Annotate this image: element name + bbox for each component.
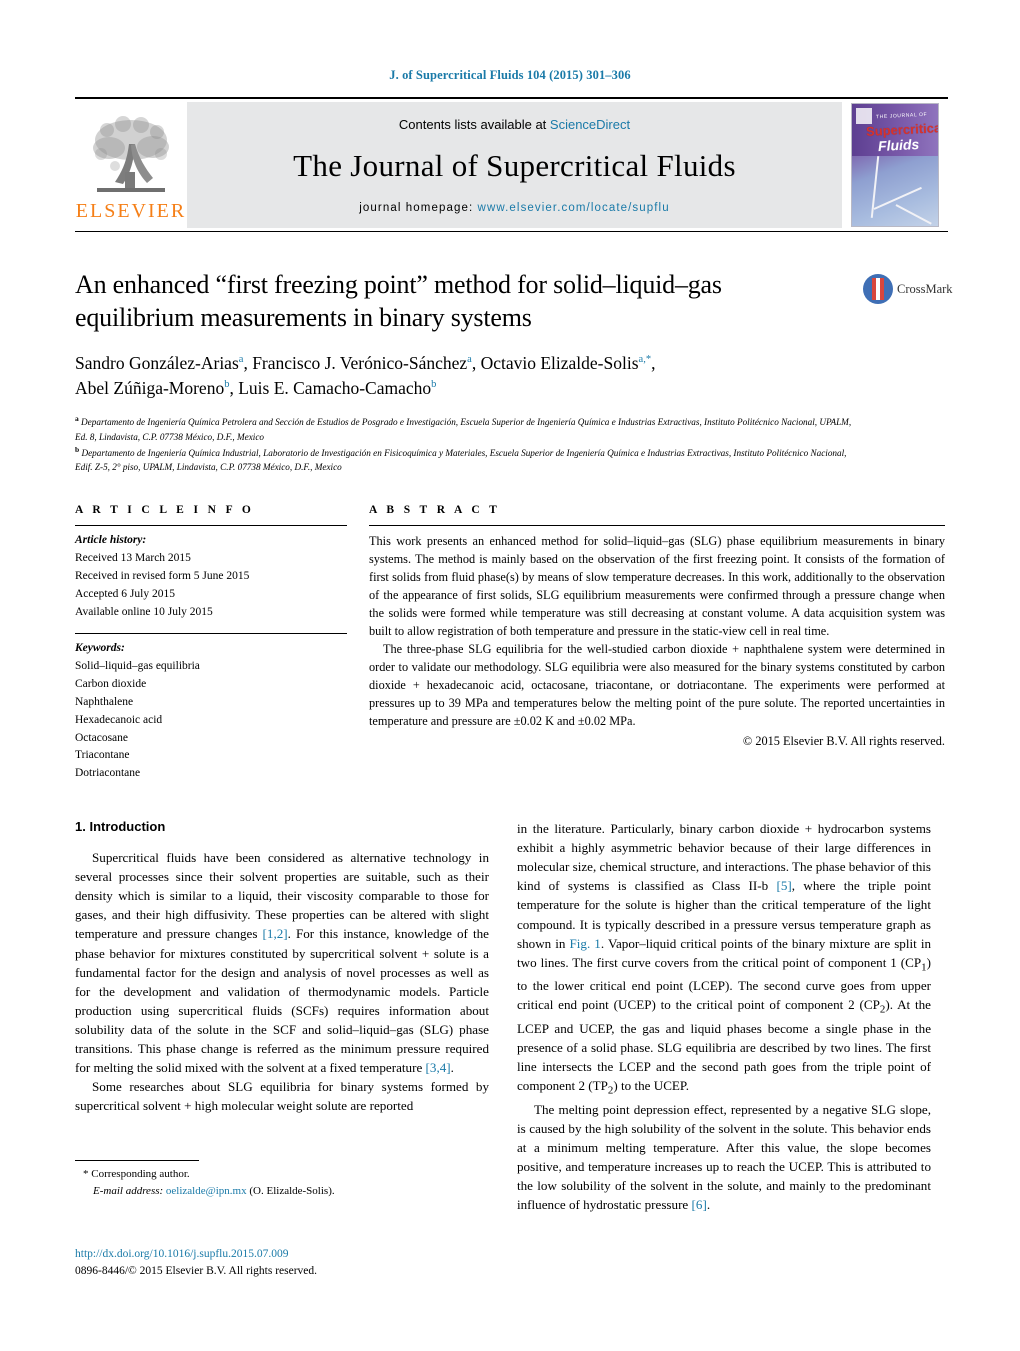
- corresponding-author-line: * Corresponding author.: [83, 1168, 190, 1180]
- article-history-label: Article history:: [75, 534, 147, 547]
- journal-article-page: J. of Supercritical Fluids 104 (2015) 30…: [0, 0, 1020, 1351]
- affiliation-b: b Departamento de Ingeniería Química Ind…: [75, 444, 865, 475]
- affiliations: a Departamento de Ingeniería Química Pet…: [75, 413, 865, 474]
- intro-rp2-text-b: .: [706, 1197, 711, 1213]
- author-list: Sandro González-Ariasa, Francisco J. Ver…: [75, 352, 656, 398]
- abstract-copyright: © 2015 Elsevier B.V. All rights reserved…: [742, 733, 945, 748]
- info-abstract-region: A R T I C L E I N F O Article history: R…: [75, 504, 945, 783]
- intro-paragraph-2: Some researches about SLG equilibria for…: [75, 1079, 489, 1114]
- citation-ref-6[interactable]: [6]: [692, 1197, 707, 1212]
- intro-paragraph-3: The melting point depression effect, rep…: [517, 1100, 931, 1215]
- history-item: Accepted 6 July 2015: [75, 587, 175, 600]
- intro-rp2-text-a: The melting point depression effect, rep…: [517, 1101, 931, 1213]
- cover-curve-3: [895, 204, 932, 225]
- running-head: J. of Supercritical Fluids 104 (2015) 30…: [389, 68, 631, 82]
- intro-paragraph-1-continued: in the literature. Particularly, binary …: [517, 819, 931, 1100]
- author-1: Sandro González-Arias: [75, 352, 239, 373]
- email-owner: (O. Elizalde-Solis).: [249, 1184, 335, 1197]
- author-2: , Francisco J. Verónico-Sánchez: [243, 352, 468, 373]
- keyword-item: Naphthalene: [75, 695, 134, 708]
- abstract-paragraph-2: The three-phase SLG equilibria for the w…: [369, 642, 945, 728]
- author-4: Abel Zúñiga-Moreno: [75, 377, 225, 398]
- email-line: E-mail address: oelizalde@ipn.mx (O. Eli…: [75, 1183, 489, 1200]
- issn-copyright-line: 0896-8446/© 2015 Elsevier B.V. All right…: [75, 1265, 318, 1278]
- cover-elsevier-mark-icon: [856, 108, 872, 124]
- keyword-item: Solid–liquid–gas equilibria: [75, 660, 200, 673]
- body-region: 1. Introduction Supercritical fluids hav…: [75, 819, 945, 1215]
- author-5: , Luis E. Camacho-Camacho: [229, 377, 432, 398]
- crossmark-icon: [863, 274, 893, 304]
- corresponding-author-footnote: * Corresponding author. E-mail address: …: [75, 1160, 489, 1199]
- journal-homepage-line: journal homepage: www.elsevier.com/locat…: [359, 202, 669, 214]
- affiliation-b-marker: b: [75, 444, 80, 454]
- doi-link[interactable]: http://dx.doi.org/10.1016/j.supflu.2015.…: [75, 1246, 575, 1263]
- document-footer: http://dx.doi.org/10.1016/j.supflu.2015.…: [75, 1246, 575, 1281]
- section-heading-introduction: 1. Introduction: [75, 818, 166, 834]
- journal-banner: Contents lists available at ScienceDirec…: [187, 102, 842, 228]
- abstract-body: This work presents an enhanced method fo…: [369, 526, 945, 750]
- body-right-column: in the literature. Particularly, binary …: [517, 819, 931, 1215]
- affiliation-a: a Departamento de Ingeniería Química Pet…: [75, 413, 865, 444]
- figure-ref-fig-1[interactable]: Fig. 1: [570, 936, 601, 951]
- history-item: Received 13 March 2015: [75, 552, 191, 565]
- journal-cover-block: THE JOURNAL OF Supercritical Fluids: [842, 99, 948, 231]
- journal-title: The Journal of Supercritical Fluids: [293, 147, 736, 183]
- email-label: E-mail address:: [93, 1184, 164, 1197]
- keyword-item: Hexadecanoic acid: [75, 713, 163, 726]
- keywords-list: Keywords: Solid–liquid–gas equilibria Ca…: [75, 634, 347, 783]
- abstract-heading: A B S T R A C T: [369, 504, 501, 517]
- abstract-paragraph-1: This work presents an enhanced method fo…: [369, 534, 945, 639]
- homepage-url-link[interactable]: www.elsevier.com/locate/supflu: [478, 202, 670, 214]
- elsevier-tree-icon: [89, 114, 173, 200]
- author-3: , Octavio Elizalde-Solis: [471, 352, 639, 373]
- affiliation-b-text: Departamento de Ingeniería Química Indus…: [75, 447, 847, 473]
- history-item: Received in revised form 5 June 2015: [75, 570, 250, 583]
- keyword-item: Carbon dioxide: [75, 678, 147, 691]
- title-block: CrossMark An enhanced “first freezing po…: [75, 268, 953, 474]
- journal-cover-image: THE JOURNAL OF Supercritical Fluids: [851, 103, 939, 227]
- homepage-label: journal homepage:: [359, 201, 478, 214]
- intro-p1-text-c: .: [450, 1060, 454, 1076]
- contents-line: Contents lists available at ScienceDirec…: [399, 117, 630, 132]
- contents-prefix: Contents lists available at: [398, 116, 550, 132]
- article-history: Article history: Received 13 March 2015 …: [75, 526, 347, 621]
- cover-fluids-label: Fluids: [877, 135, 920, 155]
- footnote-rule: [75, 1160, 199, 1161]
- citation-ref-1-2[interactable]: [1,2]: [263, 926, 288, 941]
- intro-paragraph-1: Supercritical fluids have been considere…: [75, 848, 489, 1077]
- affiliation-a-text: Departamento de Ingeniería Química Petro…: [75, 417, 852, 442]
- affiliation-a-marker: a: [75, 414, 79, 424]
- journal-masthead: ELSEVIER Contents lists available at Sci…: [75, 97, 948, 232]
- article-info-heading: A R T I C L E I N F O: [75, 504, 255, 517]
- email-link[interactable]: oelizalde@ipn.mx: [166, 1185, 247, 1197]
- elsevier-wordmark: ELSEVIER: [75, 199, 187, 222]
- keyword-item: Triacontane: [75, 749, 130, 762]
- sciencedirect-link[interactable]: ScienceDirect: [550, 117, 630, 132]
- elsevier-logo: ELSEVIER: [75, 99, 187, 231]
- abstract-column: A B S T R A C T This work presents an en…: [369, 504, 945, 783]
- history-item: Available online 10 July 2015: [75, 605, 213, 618]
- author-5-affil-marker: b: [431, 379, 437, 391]
- crossmark-badge[interactable]: CrossMark: [863, 274, 953, 304]
- keyword-item: Octacosane: [75, 731, 128, 744]
- keyword-item: Dotriacontane: [75, 767, 141, 780]
- crossmark-label: CrossMark: [897, 281, 953, 296]
- author-3-affil-marker: a,*: [638, 353, 652, 365]
- keywords-label: Keywords:: [75, 642, 125, 655]
- intro-p1-text-b: . For this instance, knowledge of the ph…: [75, 926, 489, 1076]
- intro-rp1-text-f: ) to the UCEP.: [613, 1078, 690, 1094]
- page-title: An enhanced “first freezing point” metho…: [75, 270, 722, 333]
- article-info-column: A R T I C L E I N F O Article history: R…: [75, 504, 347, 783]
- body-left-column: 1. Introduction Supercritical fluids hav…: [75, 819, 489, 1215]
- citation-ref-5[interactable]: [5]: [777, 878, 792, 893]
- citation-ref-3-4[interactable]: [3,4]: [426, 1060, 451, 1075]
